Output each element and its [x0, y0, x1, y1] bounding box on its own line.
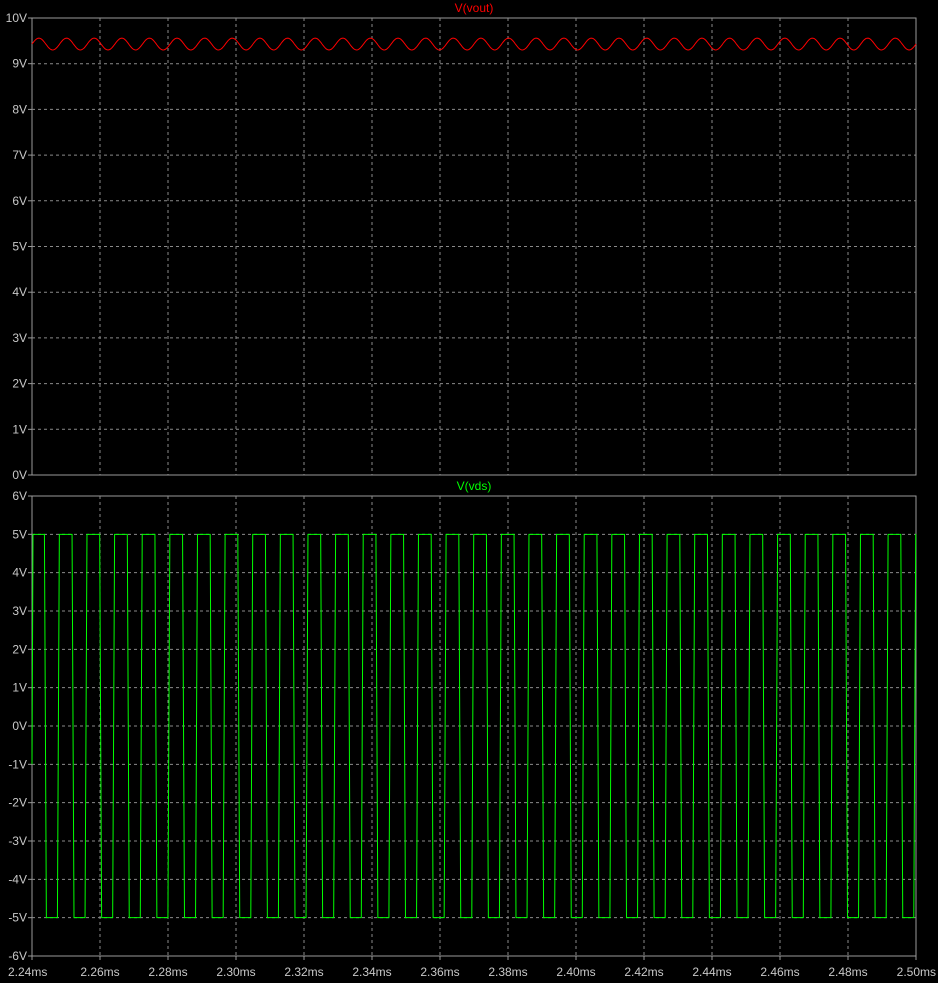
vout-y-tick-label: 9V — [12, 57, 27, 71]
vout-y-tick-label: 8V — [12, 102, 27, 116]
x-tick-label: 2.46ms — [760, 965, 799, 979]
vds-y-tick-label: -3V — [8, 834, 27, 848]
vds-y-tick-label: 0V — [12, 719, 27, 733]
vds-y-tick-label: 4V — [12, 566, 27, 580]
vds-y-tick-label: -5V — [8, 911, 27, 925]
vout-y-tick-label: 2V — [12, 377, 27, 391]
vout-y-tick-label: 7V — [12, 148, 27, 162]
x-tick-label: 2.44ms — [692, 965, 731, 979]
vout-y-tick-label: 6V — [12, 194, 27, 208]
x-tick-label: 2.24ms — [8, 965, 47, 979]
vout-y-tick-label: 5V — [12, 240, 27, 254]
vds-y-tick-label: 2V — [12, 642, 27, 656]
waveform-viewer[interactable]: 0V 1V 2V 3V 4V 5V 6V 7V 8V 9V 10V V(vout) -6V -5V -4… — [0, 0, 938, 983]
vout-y-tick-label: 3V — [12, 331, 27, 345]
vds-y-tick-label: -6V — [8, 949, 27, 963]
vds-y-ticks: -6V -5V -4V -3V -2V -1V 0V 1V 2V 3V 4V 5V 6V — [8, 489, 32, 963]
vds-pane-title: V(vds) — [457, 479, 492, 493]
vds-y-tick-label: 6V — [12, 489, 27, 503]
vout-pane-title: V(vout) — [455, 1, 494, 15]
vout-y-tick-label: 4V — [12, 285, 27, 299]
x-tick-label: 2.30ms — [216, 965, 255, 979]
vds-y-tick-label: -2V — [8, 796, 27, 810]
x-tick-label: 2.28ms — [148, 965, 187, 979]
x-tick-label: 2.38ms — [488, 965, 527, 979]
x-tick-label: 2.42ms — [624, 965, 663, 979]
x-tick-label: 2.50ms — [897, 965, 936, 979]
vout-y-tick-label: 0V — [12, 468, 27, 482]
vout-pane[interactable]: 0V 1V 2V 3V 4V 5V 6V 7V 8V 9V 10V V(vout) — [6, 1, 917, 482]
vout-y-ticks: 0V 1V 2V 3V 4V 5V 6V 7V 8V 9V 10V — [6, 11, 32, 482]
vds-y-tick-label: 5V — [12, 527, 27, 541]
time-axis-ticks: 2.24ms 2.26ms 2.28ms 2.30ms 2.32ms 2.34ms 2.36… — [8, 956, 936, 979]
vds-y-tick-label: 1V — [12, 681, 27, 695]
vds-y-tick-label: -1V — [8, 757, 27, 771]
vds-y-tick-label: -4V — [8, 872, 27, 886]
vds-y-tick-label: 3V — [12, 604, 27, 618]
x-tick-label: 2.40ms — [556, 965, 595, 979]
vds-pane[interactable]: -6V -5V -4V -3V -2V -1V 0V 1V 2V 3V 4V 5V 6V V(vds) — [8, 479, 917, 963]
vout-y-tick-label: 10V — [6, 11, 27, 25]
x-tick-label: 2.26ms — [80, 965, 119, 979]
x-tick-label: 2.48ms — [828, 965, 867, 979]
vout-y-tick-label: 1V — [12, 422, 27, 436]
x-tick-label: 2.34ms — [352, 965, 391, 979]
x-tick-label: 2.36ms — [420, 965, 459, 979]
x-tick-label: 2.32ms — [284, 965, 323, 979]
